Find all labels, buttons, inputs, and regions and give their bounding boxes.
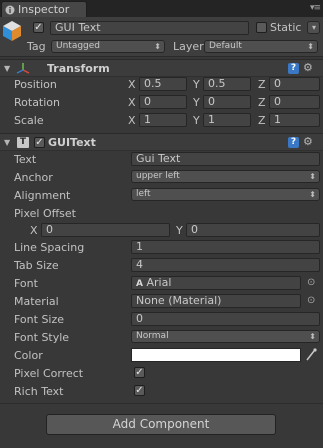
anchor-label: Anchor bbox=[14, 171, 53, 184]
chevron-down-icon: ⬍ bbox=[309, 172, 316, 181]
help-icon[interactable]: ? bbox=[288, 137, 299, 148]
window-menu-icon[interactable]: ▾≡ bbox=[310, 3, 321, 13]
font-style-label: Font Style bbox=[14, 331, 70, 344]
rich-text-checkbox[interactable]: ✓ bbox=[134, 385, 145, 396]
rotation-z-label: Z bbox=[258, 96, 266, 109]
anchor-value: upper left bbox=[136, 171, 180, 181]
rotation-y-label: Y bbox=[193, 96, 200, 109]
pixel-offset-y-field[interactable]: 0 bbox=[186, 223, 320, 237]
foldout-arrow-icon[interactable]: ▼ bbox=[4, 64, 10, 73]
rotation-z-field[interactable]: 0 bbox=[269, 95, 320, 109]
object-picker-icon[interactable]: ⊙ bbox=[307, 277, 315, 288]
tab-size-label: Tab Size bbox=[14, 259, 59, 272]
font-field[interactable]: A Arial bbox=[131, 276, 301, 290]
position-z-field[interactable]: 0 bbox=[269, 77, 320, 91]
scale-y-field[interactable]: 1 bbox=[203, 113, 251, 127]
static-label: Static bbox=[270, 21, 302, 34]
guitext-title: GUIText bbox=[48, 136, 96, 149]
transform-header[interactable]: ▼ Transform ? ⚙ bbox=[0, 59, 323, 77]
scale-z-label: Z bbox=[258, 114, 266, 127]
tag-value: Untagged bbox=[56, 41, 101, 51]
text-label: Text bbox=[14, 153, 37, 166]
pixel-correct-checkbox[interactable]: ✓ bbox=[134, 367, 145, 378]
line-spacing-field[interactable]: 1 bbox=[131, 240, 320, 254]
gameobject-icon bbox=[3, 21, 21, 41]
material-field[interactable]: None (Material) bbox=[131, 294, 301, 308]
chevron-down-icon: ▾ bbox=[311, 23, 316, 32]
scale-x-label: X bbox=[128, 114, 136, 127]
chevron-down-icon: ⬍ bbox=[154, 42, 161, 51]
active-checkbox[interactable]: ✓ bbox=[33, 22, 44, 33]
font-asset-icon: A bbox=[136, 279, 143, 289]
chevron-down-icon: ⬍ bbox=[307, 42, 314, 51]
material-label: Material bbox=[14, 295, 59, 308]
gear-icon[interactable]: ⚙ bbox=[303, 61, 313, 74]
static-checkbox[interactable] bbox=[256, 22, 267, 33]
font-size-label: Font Size bbox=[14, 313, 65, 326]
tag-dropdown[interactable]: Untagged ⬍ bbox=[51, 40, 165, 53]
chevron-down-icon: ⬍ bbox=[309, 332, 316, 341]
position-y-field[interactable]: 0.5 bbox=[203, 77, 251, 91]
position-z-label: Z bbox=[258, 78, 266, 91]
position-x-field[interactable]: 0.5 bbox=[139, 77, 187, 91]
alignment-label: Alignment bbox=[14, 189, 71, 202]
text-field[interactable]: Gui Text bbox=[131, 152, 320, 166]
object-header: ✓ GUI Text Static ▾ Tag Untagged ⬍ Layer… bbox=[0, 17, 323, 57]
scale-label: Scale bbox=[14, 114, 44, 127]
object-name-field[interactable]: GUI Text bbox=[50, 21, 249, 35]
transform-icon bbox=[16, 63, 30, 74]
add-component-button[interactable]: Add Component bbox=[46, 414, 276, 435]
rotation-x-field[interactable]: 0 bbox=[139, 95, 187, 109]
tag-label: Tag bbox=[27, 40, 46, 53]
tab-title: Inspector bbox=[18, 3, 70, 16]
pixel-offset-x-field[interactable]: 0 bbox=[41, 223, 170, 237]
position-label: Position bbox=[14, 78, 57, 91]
font-style-dropdown[interactable]: Normal ⬍ bbox=[131, 330, 320, 343]
guitext-icon: T bbox=[17, 137, 29, 148]
layer-label: Layer bbox=[173, 40, 204, 53]
scale-y-label: Y bbox=[193, 114, 200, 127]
pixel-offset-x-label: X bbox=[30, 224, 38, 237]
color-swatch[interactable] bbox=[131, 348, 301, 362]
guitext-header[interactable]: ▼ T ✓ GUIText ? ⚙ bbox=[0, 133, 323, 151]
rotation-x-label: X bbox=[128, 96, 136, 109]
font-value: Arial bbox=[146, 276, 172, 289]
guitext-enabled-checkbox[interactable]: ✓ bbox=[34, 137, 45, 148]
font-size-field[interactable]: 0 bbox=[131, 312, 320, 326]
scale-x-field[interactable]: 1 bbox=[139, 113, 187, 127]
chevron-down-icon: ⬍ bbox=[309, 190, 316, 199]
position-y-label: Y bbox=[193, 78, 200, 91]
color-label: Color bbox=[14, 349, 43, 362]
info-icon bbox=[5, 5, 15, 14]
line-spacing-label: Line Spacing bbox=[14, 241, 85, 254]
help-icon[interactable]: ? bbox=[288, 63, 299, 74]
tab-inspector[interactable]: Inspector bbox=[1, 1, 87, 17]
tab-size-field[interactable]: 4 bbox=[131, 258, 320, 272]
alignment-value: left bbox=[136, 189, 151, 199]
font-style-value: Normal bbox=[136, 331, 169, 341]
object-picker-icon[interactable]: ⊙ bbox=[307, 295, 315, 306]
static-dropdown[interactable]: ▾ bbox=[307, 21, 320, 34]
layer-value: Default bbox=[209, 41, 242, 51]
alignment-dropdown[interactable]: left ⬍ bbox=[131, 188, 320, 201]
rotation-y-field[interactable]: 0 bbox=[203, 95, 251, 109]
pixel-offset-y-label: Y bbox=[176, 224, 183, 237]
font-label: Font bbox=[14, 277, 38, 290]
rotation-label: Rotation bbox=[14, 96, 61, 109]
transform-title: Transform bbox=[47, 62, 110, 75]
position-x-label: X bbox=[128, 78, 136, 91]
divider bbox=[0, 403, 323, 404]
anchor-dropdown[interactable]: upper left ⬍ bbox=[131, 170, 320, 183]
rich-text-label: Rich Text bbox=[14, 385, 64, 398]
layer-dropdown[interactable]: Default ⬍ bbox=[204, 40, 318, 53]
scale-z-field[interactable]: 1 bbox=[269, 113, 320, 127]
tab-bar: Inspector ▾≡ bbox=[0, 0, 323, 17]
pixel-correct-label: Pixel Correct bbox=[14, 367, 84, 380]
gear-icon[interactable]: ⚙ bbox=[303, 135, 313, 148]
eyedropper-icon[interactable] bbox=[305, 348, 317, 361]
foldout-arrow-icon[interactable]: ▼ bbox=[4, 138, 10, 147]
pixel-offset-label: Pixel Offset bbox=[14, 207, 76, 220]
